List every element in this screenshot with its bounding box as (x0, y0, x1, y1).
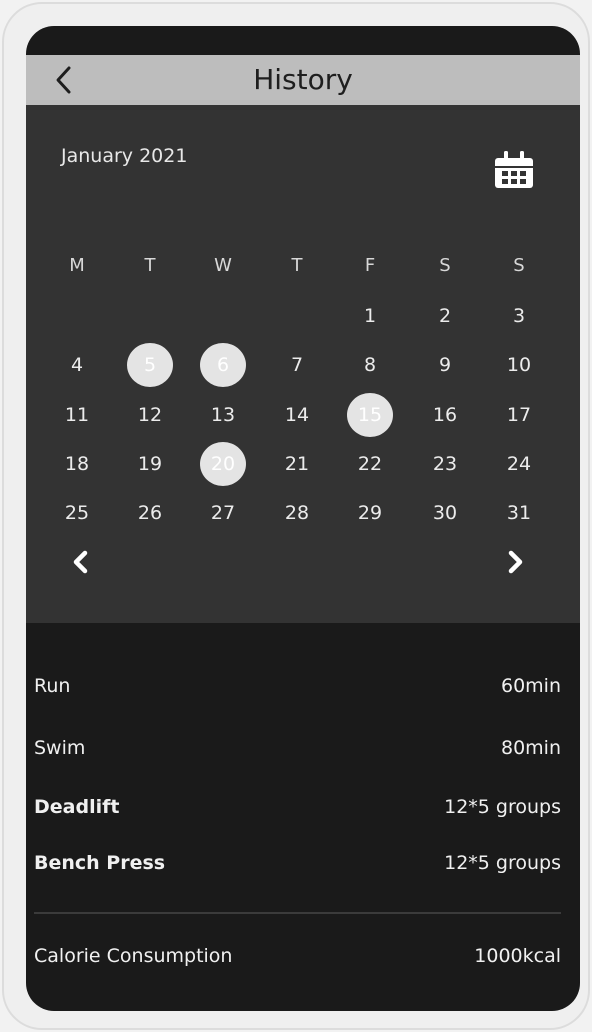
calendar-panel: January 2021 M T W T F S S 1 2 3 4 5 6 7 8 9 10 11 12 13 14 1… (26, 105, 580, 623)
activity-label: Deadlift (34, 796, 120, 818)
app-screen: History January 2021 M T W T F S S 1 2 3… (26, 26, 580, 1011)
calendar-day[interactable]: 2 (420, 298, 470, 334)
calendar-day-active[interactable]: 6 (198, 343, 248, 387)
day-number: 23 (432, 453, 458, 475)
calendar-day[interactable]: 16 (420, 397, 470, 433)
weekday-label: T (291, 255, 303, 276)
calendar-day[interactable]: 1 (345, 298, 395, 334)
day-number: 19 (137, 453, 163, 475)
calendar-day[interactable]: 8 (345, 347, 395, 383)
activity-row-swim: Swim 80min (34, 732, 561, 764)
day-number: 28 (284, 502, 310, 524)
calendar-day[interactable]: 19 (125, 446, 175, 482)
calendar-day[interactable]: 22 (345, 446, 395, 482)
day-number: 9 (438, 354, 452, 376)
activity-row-deadlift: Deadlift 12*5 groups (34, 791, 561, 823)
day-number: 7 (290, 354, 304, 376)
calendar-grid: M T W T F S S 1 2 3 4 5 6 7 8 9 10 11 12 13 14 15 16 17 18 19 20 21… (26, 105, 580, 623)
chevron-left-icon (56, 66, 71, 94)
day-number: 30 (432, 502, 458, 524)
day-number: 4 (70, 354, 84, 376)
day-number: 3 (512, 305, 526, 327)
activity-label: Swim (34, 737, 86, 759)
calendar-day[interactable]: 7 (272, 347, 322, 383)
calorie-value: 1000kcal (474, 945, 561, 967)
day-number: 26 (137, 502, 163, 524)
activity-value: 80min (500, 737, 561, 759)
calorie-row: Calorie Consumption 1000kcal (34, 940, 561, 972)
previous-month-button[interactable] (66, 547, 96, 577)
day-number: 18 (64, 453, 90, 475)
weekday-label: W (214, 255, 232, 276)
calendar-day[interactable]: 26 (125, 495, 175, 531)
calendar-day[interactable]: 30 (420, 495, 470, 531)
day-number: 11 (64, 404, 90, 426)
activity-value: 12*5 groups (444, 852, 561, 874)
calendar-day[interactable]: 25 (52, 495, 102, 531)
day-number: 20 (210, 453, 236, 475)
calendar-day-active[interactable]: 5 (125, 343, 175, 387)
day-number: 10 (506, 354, 532, 376)
weekday-label: T (144, 255, 156, 276)
activity-value: 12*5 groups (444, 796, 561, 818)
calendar-day[interactable]: 24 (494, 446, 544, 482)
activity-label: Run (34, 675, 71, 697)
calendar-day[interactable]: 21 (272, 446, 322, 482)
day-number: 1 (363, 305, 377, 327)
day-number: 8 (363, 354, 377, 376)
day-number: 13 (210, 404, 236, 426)
activity-row-bench-press: Bench Press 12*5 groups (34, 847, 561, 879)
day-number: 31 (506, 502, 532, 524)
day-number: 24 (506, 453, 532, 475)
weekday-label: F (364, 255, 376, 276)
calendar-day[interactable]: 11 (52, 397, 102, 433)
calendar-day[interactable]: 12 (125, 397, 175, 433)
calendar-day[interactable]: 27 (198, 495, 248, 531)
back-button[interactable] (48, 63, 82, 97)
calendar-day[interactable]: 13 (198, 397, 248, 433)
top-bar: History (26, 55, 580, 105)
calendar-day[interactable]: 4 (52, 347, 102, 383)
day-number: 27 (210, 502, 236, 524)
calendar-day[interactable]: 29 (345, 495, 395, 531)
calendar-day-active[interactable]: 15 (345, 393, 395, 437)
day-number: 16 (432, 404, 458, 426)
activity-row-run: Run 60min (34, 670, 561, 702)
calendar-day[interactable]: 23 (420, 446, 470, 482)
activity-label: Bench Press (34, 852, 166, 874)
chevron-left-icon (73, 550, 88, 574)
day-number: 14 (284, 404, 310, 426)
day-number: 5 (143, 354, 157, 376)
calendar-day-active[interactable]: 20 (198, 442, 248, 486)
day-number: 12 (137, 404, 163, 426)
day-number: 17 (506, 404, 532, 426)
divider (34, 912, 561, 914)
day-number: 2 (438, 305, 452, 327)
weekday-label: S (439, 255, 451, 276)
calendar-day[interactable]: 10 (494, 347, 544, 383)
day-number: 25 (64, 502, 90, 524)
chevron-right-icon (508, 550, 523, 574)
calendar-day[interactable]: 28 (272, 495, 322, 531)
day-number: 15 (357, 404, 383, 426)
day-number: 22 (357, 453, 383, 475)
day-number: 21 (284, 453, 310, 475)
calendar-day[interactable]: 3 (494, 298, 544, 334)
calendar-day[interactable]: 18 (52, 446, 102, 482)
calendar-day[interactable]: 31 (494, 495, 544, 531)
weekday-label: M (69, 255, 85, 276)
calendar-day[interactable]: 17 (494, 397, 544, 433)
next-month-button[interactable] (500, 547, 530, 577)
calorie-label: Calorie Consumption (34, 945, 233, 967)
calendar-day[interactable]: 14 (272, 397, 322, 433)
phone-frame: History January 2021 M T W T F S S 1 2 3… (2, 2, 590, 1030)
page-title: History (253, 63, 353, 96)
activity-summary: Run 60min Swim 80min Deadlift 12*5 group… (26, 623, 580, 1011)
calendar-day[interactable]: 9 (420, 347, 470, 383)
activity-value: 60min (500, 675, 561, 697)
day-number: 29 (357, 502, 383, 524)
day-number: 6 (216, 354, 230, 376)
weekday-label: S (513, 255, 525, 276)
